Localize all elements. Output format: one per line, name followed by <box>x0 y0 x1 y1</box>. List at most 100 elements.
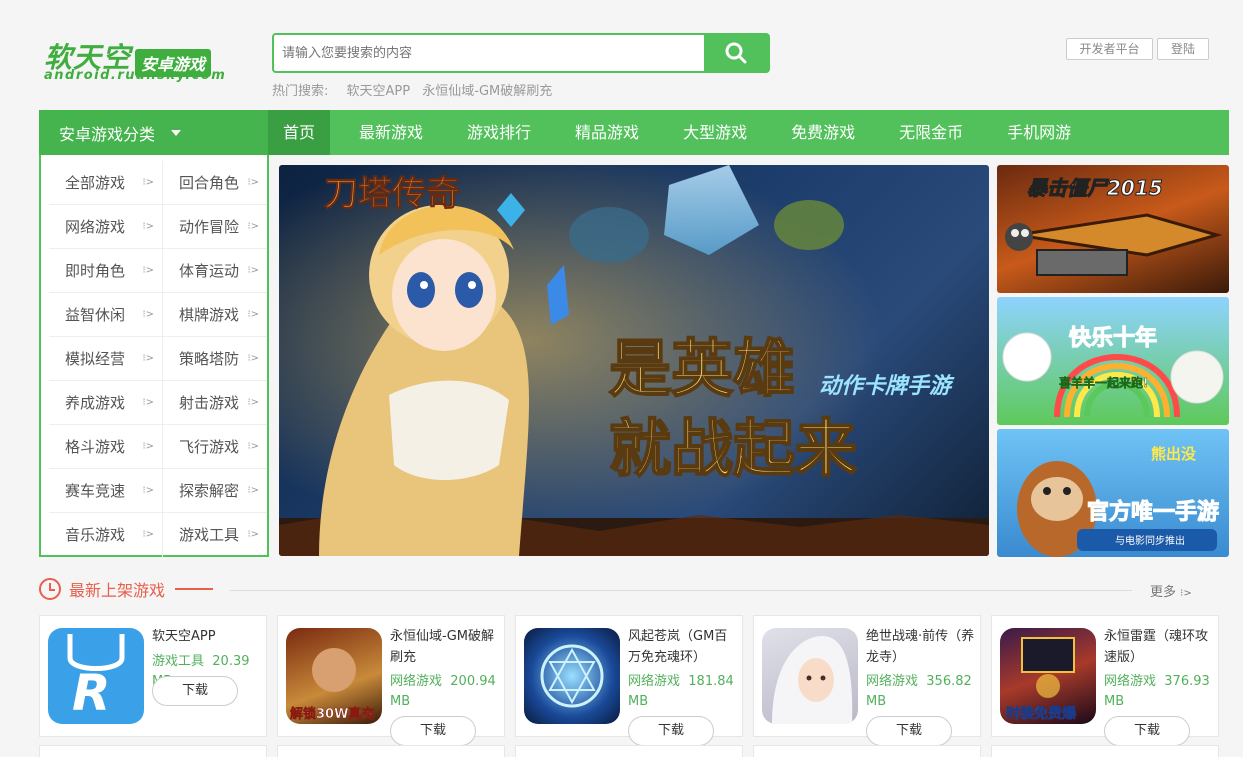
arrow-icon: ⁝> <box>247 265 259 276</box>
arrow-icon: ⁝> <box>142 485 154 496</box>
download-button[interactable]: 下载 <box>866 716 952 746</box>
promo-thumbnail-main: 官方唯一手游 <box>1087 499 1219 525</box>
nav-item-ranking[interactable]: 游戏排行 <box>452 110 546 155</box>
game-card-partial[interactable] <box>277 745 505 757</box>
sidebar-item[interactable]: 网络游戏 ⁝> <box>49 205 163 249</box>
arrow-icon: ⁝> <box>142 353 154 364</box>
category-menu-toggle[interactable]: 安卓游戏分类 <box>39 110 268 155</box>
download-button[interactable]: 下载 <box>1104 716 1190 746</box>
category-menu-label: 安卓游戏分类 <box>59 124 156 144</box>
hero-tag: 动作卡牌手游 <box>819 373 955 399</box>
nav-item-mobile-online[interactable]: 手机网游 <box>992 110 1086 155</box>
sidebar-item[interactable]: 策略塔防 ⁝> <box>163 337 267 381</box>
sidebar-item[interactable]: 全部游戏 ⁝> <box>49 161 163 205</box>
sidebar-item[interactable]: 音乐游戏 ⁝> <box>49 513 163 557</box>
game-card-partial[interactable] <box>991 745 1219 757</box>
sidebar-item[interactable]: 体育运动 ⁝> <box>163 249 267 293</box>
app-icon-art: 解锁30W真充 <box>289 648 375 722</box>
sidebar-item-label: 游戏工具 <box>179 526 240 544</box>
arrow-icon: ⁝> <box>247 309 259 320</box>
sidebar-item[interactable]: 游戏工具 ⁝> <box>163 513 267 557</box>
download-button[interactable]: 下载 <box>390 716 476 746</box>
arrow-icon: ⁝> <box>247 485 259 496</box>
app-icon <box>762 628 858 724</box>
sidebar-item[interactable]: 射击游戏 ⁝> <box>163 381 267 425</box>
app-icon: 时装免费爆 <box>1000 628 1096 724</box>
promo-thumbnail-subtitle: 喜羊羊一起来跑! <box>1059 375 1148 390</box>
arrow-icon: ⁝> <box>247 221 259 232</box>
game-card[interactable]: R 软天空APP 游戏工具 20.39 MB 下载 <box>39 615 267 737</box>
sidebar-item[interactable]: 格斗游戏 ⁝> <box>49 425 163 469</box>
sidebar-item[interactable]: 养成游戏 ⁝> <box>49 381 163 425</box>
nav-item-latest[interactable]: 最新游戏 <box>344 110 438 155</box>
arrow-icon: ⁝> <box>1180 588 1192 599</box>
arrow-icon: ⁝> <box>247 441 259 452</box>
login-button[interactable]: 登陆 <box>1157 38 1209 60</box>
game-meta: 网络游戏 376.93 MB <box>1104 672 1214 712</box>
clock-icon <box>39 578 61 600</box>
promo-thumbnail-art: 快乐十年 喜羊羊一起来跑! <box>1002 325 1224 418</box>
sidebar-item[interactable]: 探索解密 ⁝> <box>163 469 267 513</box>
more-link[interactable]: 更多 ⁝> <box>1150 581 1192 600</box>
search-button[interactable] <box>704 35 768 71</box>
nav-item-free[interactable]: 免费游戏 <box>776 110 870 155</box>
nav-item-featured[interactable]: 精品游戏 <box>560 110 654 155</box>
game-card[interactable]: 风起苍岚（GM百万免充魂环） 网络游戏 181.84 MB 下载 <box>515 615 743 746</box>
promo-thumbnail-2[interactable]: 快乐十年 喜羊羊一起来跑! <box>997 297 1229 425</box>
section-header: 最新上架游戏 <box>39 577 214 601</box>
sidebar-item[interactable]: 赛车竞速 ⁝> <box>49 469 163 513</box>
sidebar-item-label: 射击游戏 <box>179 394 240 412</box>
game-category: 网络游戏 <box>866 674 919 689</box>
hot-search-link[interactable]: 永恒仙域-GM破解刷充 <box>422 84 552 99</box>
sidebar-item-label: 回合角色 <box>179 174 240 192</box>
app-icon: 解锁30W真充 <box>286 628 382 724</box>
game-category: 网络游戏 <box>628 674 681 689</box>
promo-thumbnail-3[interactable]: 熊出没 官方唯一手游 与电影同步推出 <box>997 429 1229 557</box>
promo-thumbnail-title: 暴击僵尸2015 <box>1027 176 1163 200</box>
game-card[interactable]: 解锁30W真充 永恒仙域-GM破解刷充 网络游戏 200.94 MB 下载 <box>277 615 505 746</box>
download-button[interactable]: 下载 <box>628 716 714 746</box>
game-card[interactable]: 绝世战魂·前传（养龙寺） 网络游戏 356.82 MB 下载 <box>753 615 981 746</box>
app-icon-art: 时装免费爆 <box>1006 637 1077 722</box>
game-meta: 网络游戏 181.84 MB <box>628 672 738 712</box>
sidebar-item[interactable]: 动作冒险 ⁝> <box>163 205 267 249</box>
sidebar-item[interactable]: 模拟经营 ⁝> <box>49 337 163 381</box>
hot-search-link[interactable]: 软天空APP <box>347 84 411 99</box>
sidebar-item[interactable]: 回合角色 ⁝> <box>163 161 267 205</box>
arrow-icon: ⁝> <box>142 441 154 452</box>
developer-platform-button[interactable]: 开发者平台 <box>1066 38 1153 60</box>
promo-thumbnail-art: 熊出没 官方唯一手游 与电影同步推出 <box>1017 445 1220 557</box>
sidebar-item-label: 模拟经营 <box>65 350 126 368</box>
arrow-icon: ⁝> <box>142 177 154 188</box>
game-category: 游戏工具 <box>152 654 205 669</box>
download-button[interactable]: 下载 <box>152 676 238 706</box>
sidebar-item[interactable]: 益智休闲 ⁝> <box>49 293 163 337</box>
arrow-icon: ⁝> <box>142 529 154 540</box>
site-logo[interactable]: 软天空 安卓游戏 android.ruansky.com <box>44 36 234 86</box>
section-title-underline <box>175 588 214 590</box>
search-input[interactable] <box>274 35 704 71</box>
arrow-icon: ⁝> <box>247 529 259 540</box>
search-bar <box>272 33 770 73</box>
app-icon-art: R <box>67 634 125 722</box>
nav-item-large[interactable]: 大型游戏 <box>668 110 762 155</box>
promo-thumbnail-1[interactable]: 暴击僵尸2015 <box>997 165 1229 293</box>
hero-banner[interactable]: 刀塔传奇 是英雄 动作卡牌手游 就战起来 <box>279 165 989 556</box>
app-icon <box>524 628 620 724</box>
sidebar-item[interactable]: 即时角色 ⁝> <box>49 249 163 293</box>
arrow-icon: ⁝> <box>142 221 154 232</box>
game-card-partial[interactable] <box>753 745 981 757</box>
game-card[interactable]: 时装免费爆 永恒雷霆（魂环攻速版） 网络游戏 376.93 MB 下载 <box>991 615 1219 746</box>
sidebar-item[interactable]: 棋牌游戏 ⁝> <box>163 293 267 337</box>
svg-text:R: R <box>72 664 111 722</box>
nav-item-unlimited-gold[interactable]: 无限金币 <box>884 110 978 155</box>
sidebar-item[interactable]: 飞行游戏 ⁝> <box>163 425 267 469</box>
arrow-icon: ⁝> <box>142 397 154 408</box>
sidebar-item-label: 即时角色 <box>65 262 126 280</box>
sidebar-item-label: 探索解密 <box>179 482 240 500</box>
nav-item-home[interactable]: 首页 <box>268 110 331 155</box>
game-card-partial[interactable] <box>515 745 743 757</box>
game-card-partial[interactable] <box>39 745 267 757</box>
section-divider <box>230 590 1132 591</box>
main-nav: 安卓游戏分类 首页 最新游戏 游戏排行 精品游戏 大型游戏 免费游戏 无限金币 … <box>39 110 1229 155</box>
